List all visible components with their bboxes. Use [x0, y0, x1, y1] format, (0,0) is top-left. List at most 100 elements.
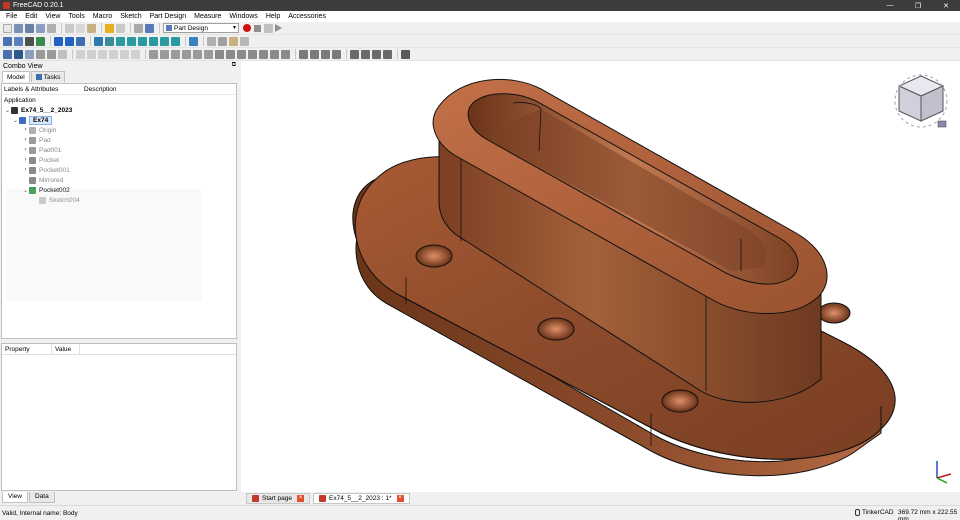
navigation-cube[interactable]	[891, 71, 951, 131]
column-description[interactable]: Description	[82, 86, 117, 93]
menu-measure[interactable]: Measure	[190, 13, 225, 20]
tree-item-document[interactable]: ⌄ Ex74_5__2_2023	[4, 105, 72, 115]
chamfer-icon[interactable]	[361, 49, 370, 59]
column-property[interactable]: Property	[2, 344, 52, 354]
menu-file[interactable]: File	[2, 13, 21, 20]
cut-icon[interactable]	[65, 23, 74, 33]
sketch-icon[interactable]	[3, 49, 12, 59]
redo-icon[interactable]	[116, 23, 125, 33]
additive-helix-icon[interactable]	[193, 49, 202, 59]
tree-item-mirrored[interactable]: Mirrored	[22, 175, 63, 185]
make-link-icon[interactable]	[240, 36, 249, 46]
paste-icon[interactable]	[87, 23, 96, 33]
right-view-icon[interactable]	[138, 36, 147, 46]
macro-run-icon[interactable]	[275, 24, 282, 32]
datum-plane-icon[interactable]	[58, 49, 67, 59]
macro-editor-icon[interactable]	[264, 23, 273, 33]
rear-view-icon[interactable]	[149, 36, 158, 46]
tree-item-pad001[interactable]: › Pad001	[22, 145, 61, 155]
bounding-box-icon[interactable]	[36, 36, 45, 46]
fit-selection-icon[interactable]	[14, 36, 23, 46]
fillet-icon[interactable]	[350, 49, 359, 59]
chevron-right-icon[interactable]: ›	[22, 127, 29, 133]
tab-document[interactable]: Ex74_5__2_2023 : 1* ×	[313, 493, 410, 504]
workbench-selector[interactable]: Part Design ▾	[163, 23, 239, 33]
column-value[interactable]: Value	[52, 344, 80, 354]
close-tab-icon[interactable]: ×	[396, 495, 404, 502]
additive-pipe-icon[interactable]	[182, 49, 191, 59]
validate-sketch-icon[interactable]	[14, 49, 23, 59]
linear-pattern-icon[interactable]	[310, 49, 319, 59]
open-document-icon[interactable]	[14, 23, 23, 33]
maximize-button[interactable]: ❐	[904, 0, 932, 11]
fit-all-icon[interactable]	[3, 36, 12, 46]
create-body-icon[interactable]	[207, 36, 216, 46]
tab-view[interactable]: View	[2, 492, 28, 503]
chevron-right-icon[interactable]: ›	[22, 147, 29, 153]
additive-loft-icon[interactable]	[171, 49, 180, 59]
menu-part-design[interactable]: Part Design	[146, 13, 191, 20]
undock-icon[interactable]: ⧉	[232, 62, 236, 69]
datum-point-icon[interactable]	[36, 49, 45, 59]
link-icon[interactable]	[76, 36, 85, 46]
tree-item-pocket[interactable]: › Pocket	[22, 155, 59, 165]
menu-edit[interactable]: Edit	[21, 13, 41, 20]
top-view-icon[interactable]	[127, 36, 136, 46]
menu-macro[interactable]: Macro	[89, 13, 116, 20]
macro-stop-icon[interactable]	[254, 24, 261, 32]
save-as-icon[interactable]	[36, 23, 45, 33]
3d-model-render[interactable]	[241, 61, 960, 492]
hole-icon[interactable]	[226, 49, 235, 59]
groove-icon[interactable]	[237, 49, 246, 59]
menu-accessories[interactable]: Accessories	[284, 13, 330, 20]
chevron-down-icon[interactable]: ⌄	[4, 107, 11, 114]
menu-tools[interactable]: Tools	[64, 13, 88, 20]
line-icon[interactable]	[87, 49, 96, 59]
3d-viewport[interactable]	[241, 61, 960, 492]
close-tab-icon[interactable]: ×	[297, 495, 304, 502]
multitransform-icon[interactable]	[332, 49, 341, 59]
tab-tasks[interactable]: Tasks	[30, 71, 66, 82]
pad-icon[interactable]	[149, 49, 158, 59]
tab-model[interactable]: Model	[2, 71, 30, 82]
subtractive-loft-icon[interactable]	[248, 49, 257, 59]
polyline-icon[interactable]	[98, 49, 107, 59]
subtractive-box-icon[interactable]	[281, 49, 290, 59]
mirrored-icon[interactable]	[299, 49, 308, 59]
whats-this-icon[interactable]	[145, 23, 154, 33]
tree-item-pocket001[interactable]: › Pocket001	[22, 165, 70, 175]
navigation-style-selector[interactable]: TinkerCAD	[855, 509, 894, 516]
save-document-icon[interactable]	[25, 23, 34, 33]
boolean-icon[interactable]	[401, 49, 410, 59]
thickness-icon[interactable]	[383, 49, 392, 59]
additive-box-icon[interactable]	[204, 49, 213, 59]
subtractive-pipe-icon[interactable]	[259, 49, 268, 59]
macro-record-icon[interactable]	[243, 24, 251, 32]
nav-back-icon[interactable]	[54, 36, 63, 46]
menu-view[interactable]: View	[41, 13, 64, 20]
constraint-icon[interactable]	[131, 49, 140, 59]
front-view-icon[interactable]	[116, 36, 125, 46]
tab-data[interactable]: Data	[28, 492, 55, 503]
menu-sketch[interactable]: Sketch	[116, 13, 145, 20]
tree-item-pad[interactable]: › Pad	[22, 135, 51, 145]
create-part-icon[interactable]	[218, 36, 227, 46]
draw-style-icon[interactable]	[25, 36, 34, 46]
menu-help[interactable]: Help	[262, 13, 284, 20]
column-labels-attributes[interactable]: Labels & Attributes	[2, 86, 82, 93]
chevron-right-icon[interactable]: ›	[22, 167, 29, 173]
draft-icon[interactable]	[372, 49, 381, 59]
polar-pattern-icon[interactable]	[321, 49, 330, 59]
zoom-icon[interactable]	[94, 36, 103, 46]
new-document-icon[interactable]	[3, 23, 12, 33]
close-button[interactable]: ✕	[932, 0, 960, 11]
undo-icon[interactable]	[105, 23, 114, 33]
chevron-down-icon[interactable]: ⌄	[12, 117, 19, 124]
copy-icon[interactable]	[76, 23, 85, 33]
minimize-button[interactable]: —	[876, 0, 904, 11]
isometric-view-icon[interactable]	[105, 36, 114, 46]
bottom-view-icon[interactable]	[160, 36, 169, 46]
menu-windows[interactable]: Windows	[225, 13, 261, 20]
arc-icon[interactable]	[109, 49, 118, 59]
tree-item-origin[interactable]: › Origin	[22, 125, 56, 135]
